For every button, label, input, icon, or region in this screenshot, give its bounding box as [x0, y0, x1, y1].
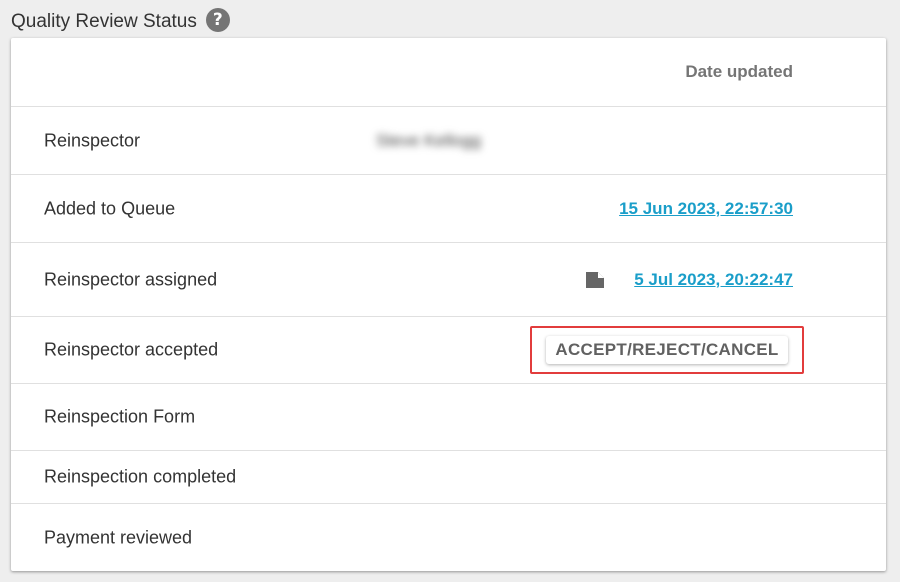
row-label: Added to Queue — [44, 198, 176, 218]
reinspector-assigned-date-link[interactable]: 5 Jul 2023, 20:22:47 — [634, 270, 793, 290]
help-icon[interactable]: ? — [205, 8, 230, 32]
status-card: Date updated Reinspector Steve Kellogg A… — [11, 38, 886, 571]
row-reinspector: Reinspector Steve Kellogg — [11, 107, 886, 175]
row-added-to-queue: Added to Queue 15 Jun 2023, 22:57:30 — [11, 175, 886, 243]
row-payment-reviewed: Payment reviewed — [11, 504, 886, 571]
row-reinspection-form: Reinspection Form — [11, 384, 886, 451]
row-label: Reinspection Form — [44, 406, 196, 427]
page-title: Quality Review Status — [11, 11, 197, 32]
row-label: Reinspector — [44, 130, 141, 150]
highlight-box: ACCEPT/REJECT/CANCEL — [530, 326, 804, 374]
row-label: Reinspection completed — [44, 466, 237, 487]
row-reinspector-assigned: Reinspector assigned 5 Jul 2023, 20:22:4… — [11, 243, 886, 317]
table-header-row: Date updated — [11, 38, 886, 107]
row-label: Reinspector accepted — [44, 339, 219, 360]
row-reinspection-completed: Reinspection completed — [11, 451, 886, 504]
file-icon[interactable] — [585, 271, 605, 289]
added-to-queue-date-link[interactable]: 15 Jun 2023, 22:57:30 — [619, 199, 793, 219]
column-header-date-updated: Date updated — [685, 62, 793, 81]
row-reinspector-accepted: Reinspector accepted ACCEPT/REJECT/CANCE… — [11, 317, 886, 384]
reinspector-name: Steve Kellogg — [376, 130, 481, 150]
row-label: Reinspector assigned — [44, 269, 218, 289]
accept-reject-cancel-button[interactable]: ACCEPT/REJECT/CANCEL — [546, 336, 788, 364]
section-header: Quality Review Status ? — [11, 8, 230, 36]
row-label: Payment reviewed — [44, 527, 193, 547]
